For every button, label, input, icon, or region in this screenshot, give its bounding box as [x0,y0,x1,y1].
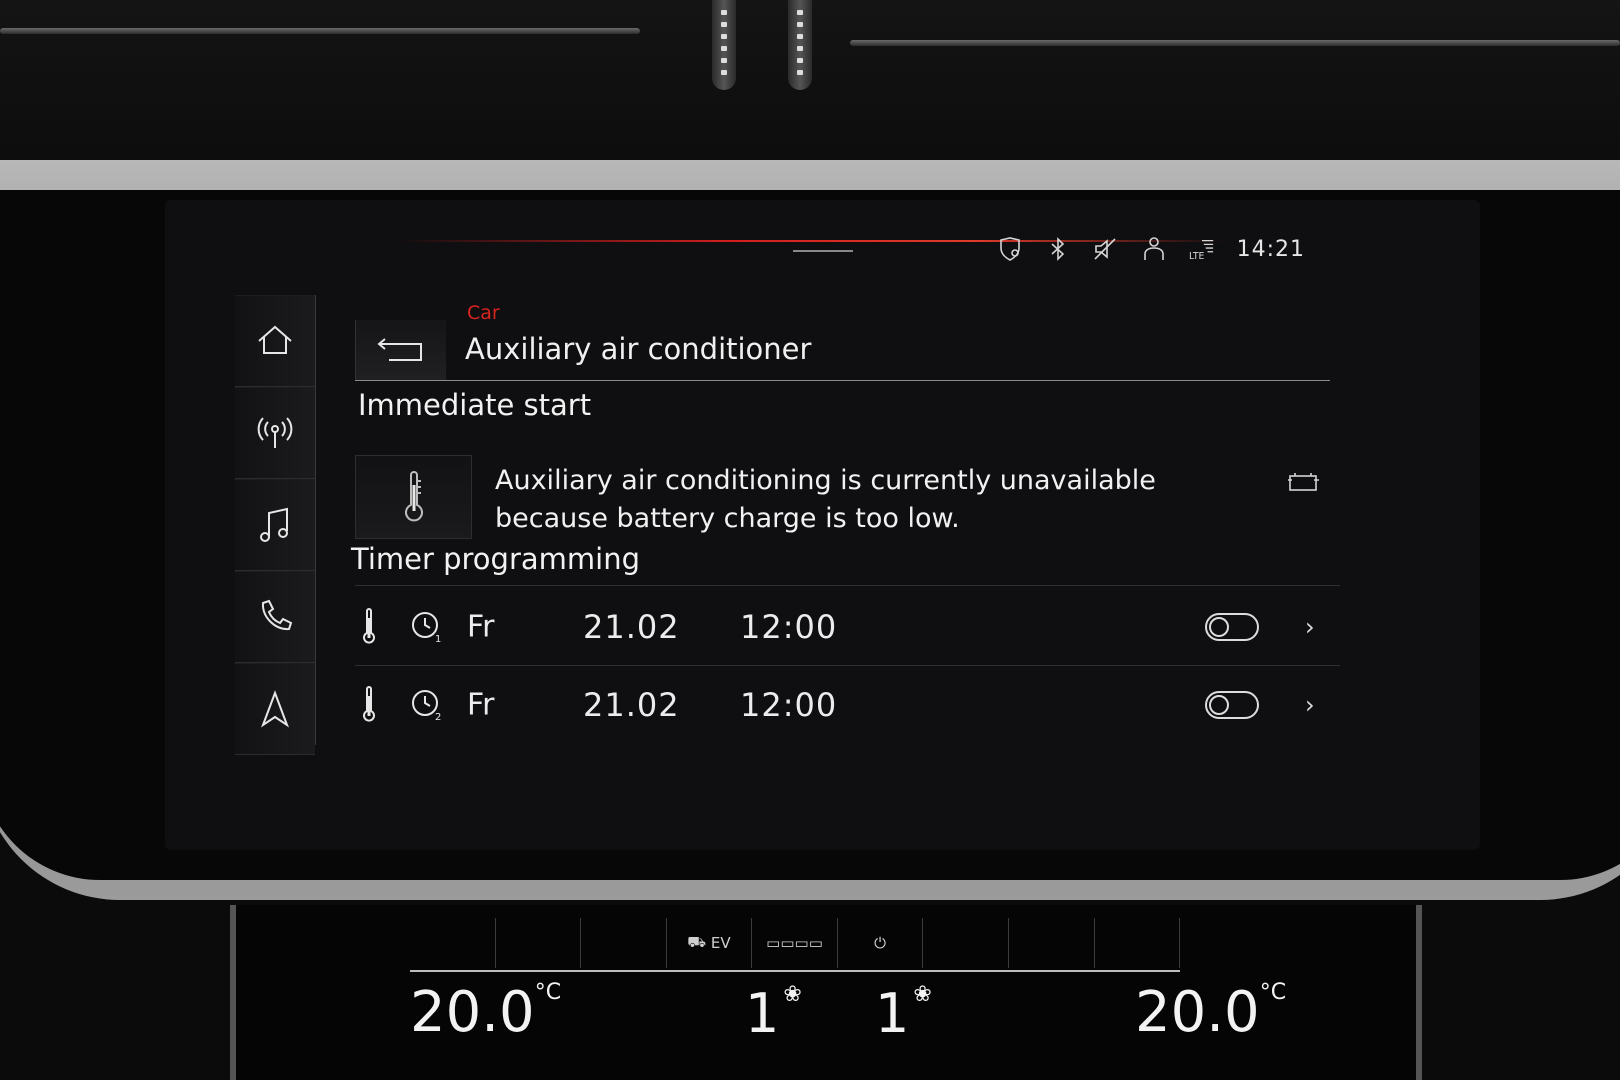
status-pull-handle[interactable] [793,250,853,252]
ev-mode-tab[interactable]: ⛟ EV [667,918,753,968]
divider [355,585,1340,586]
fan-icon: ❀ [783,982,802,1007]
main-sidebar [235,295,316,755]
timer-date: 21.02 [583,608,680,646]
music-note-icon [260,507,288,542]
seat-heating-tab[interactable]: ▭▭▭▭ [752,918,838,968]
climate-tab[interactable] [496,918,582,968]
timer-day: Fr [467,687,495,723]
breadcrumb[interactable]: Car [467,302,500,324]
clock: 14:21 [1236,236,1305,262]
timer-programming-heading: Timer programming [351,542,640,576]
mute-icon [1093,236,1119,262]
thermometer-icon [363,608,375,644]
sidebar-item-navigation[interactable] [235,663,315,755]
right-fan-speed[interactable]: 1 ❀ [875,982,932,1045]
page-title: Auxiliary air conditioner [465,332,812,366]
climate-divider [410,970,1180,972]
phone-icon [261,599,293,631]
climate-tab[interactable] [581,918,667,968]
immediate-start-heading: Immediate start [358,388,592,422]
svg-text:1: 1 [435,634,441,645]
status-bar: LTE 14:21 [997,236,1305,262]
chevron-right-icon[interactable]: › [1305,691,1315,719]
heating-grid-icon: ▭▭▭▭ [766,934,823,952]
left-temperature[interactable]: 20.0°C [410,980,561,1045]
climate-power-tab[interactable]: ⏻ [838,918,924,968]
timer-2-toggle[interactable] [1205,691,1259,719]
timer-time: 12:00 [740,686,838,724]
timer-row-2[interactable]: 2 Fr 21.02 12:00 › [355,670,1340,740]
vent-knob-left[interactable] [712,0,736,90]
timer-time: 12:00 [740,608,838,646]
air-vent-left [0,28,640,34]
back-button[interactable] [355,320,446,381]
timer-row-1[interactable]: 1 Fr 21.02 12:00 › [355,592,1340,662]
sidebar-item-radio[interactable] [235,387,315,479]
timer-date: 21.02 [583,686,680,724]
timer-clock-icon: 2 [412,690,441,723]
air-vent-right [850,40,1620,46]
left-fan-speed[interactable]: 1 ❀ [745,982,802,1045]
climate-tab[interactable] [410,918,496,968]
svg-text:2: 2 [435,712,441,723]
climate-tab[interactable] [923,918,1009,968]
right-temperature[interactable]: 20.0°C [1135,980,1286,1045]
climate-tab-row: ⛟ EV ▭▭▭▭ ⏻ [410,918,1181,968]
back-arrow-icon [377,338,422,361]
thermometer-icon [363,686,375,722]
location-shield-icon [997,236,1023,262]
bluetooth-icon [1045,236,1071,262]
fan-icon: ❀ [913,982,932,1007]
thermometer-icon [404,471,423,522]
navigation-arrow-icon [260,690,290,728]
infotainment-screen: LTE 14:21 Car Auxiliary air conditioner … [165,200,1480,850]
climate-tab[interactable] [1095,918,1181,968]
power-icon: ⏻ [874,934,887,952]
lte-signal-icon: LTE [1189,236,1215,262]
timer-clock-icon: 1 [412,612,441,645]
vent-knob-right[interactable] [788,0,812,90]
home-icon [258,325,292,354]
divider [355,665,1340,666]
timer-1-toggle[interactable] [1205,613,1259,641]
sidebar-item-media[interactable] [235,479,315,571]
battery-icon [1287,470,1321,498]
climate-tab[interactable] [1009,918,1095,968]
car-icon: ⛟ [687,933,707,951]
timer-day: Fr [467,609,495,645]
svg-text:LTE: LTE [1189,251,1205,262]
radio-antenna-icon [257,417,293,448]
unavailable-message: Auxiliary air conditioning is currently … [495,465,1156,534]
sidebar-item-home[interactable] [235,295,315,387]
user-profile-icon [1141,236,1167,262]
sidebar-item-phone[interactable] [235,571,315,663]
title-divider [355,380,1330,381]
dashboard-top [0,0,1620,175]
immediate-start-button[interactable] [355,455,472,539]
chevron-right-icon[interactable]: › [1305,613,1315,641]
